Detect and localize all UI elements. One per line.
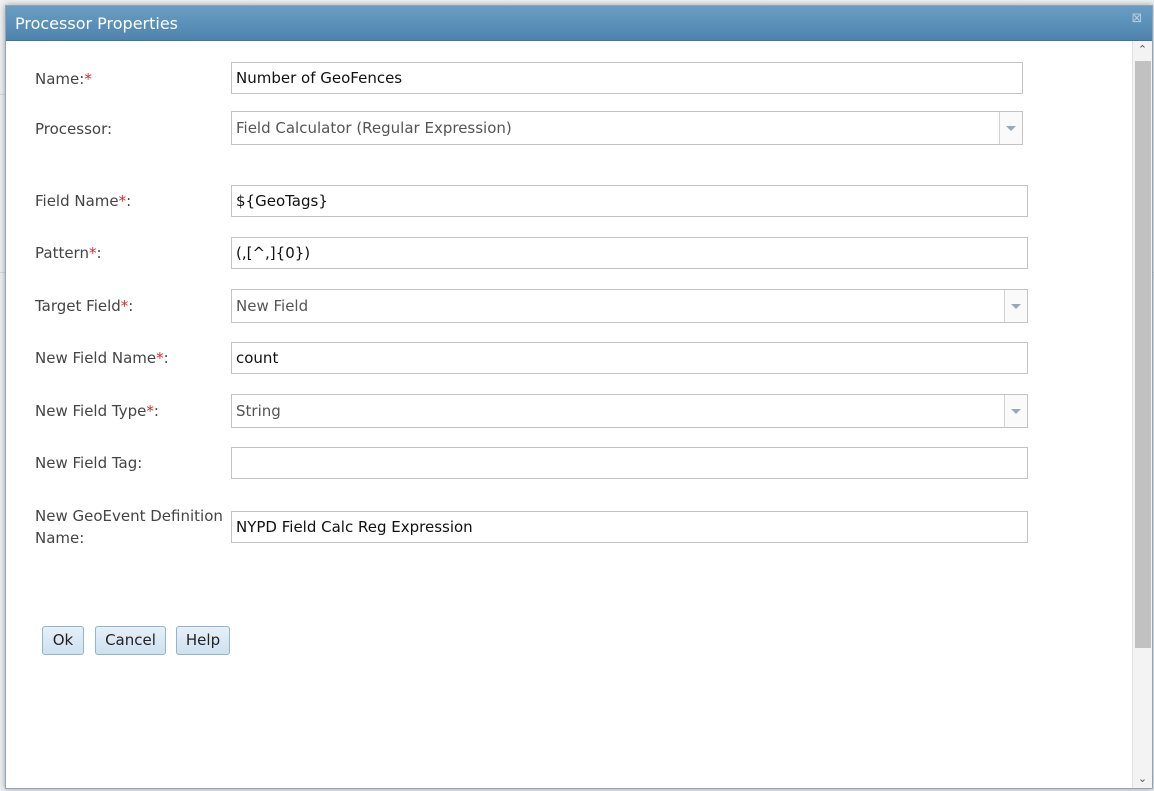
pattern-input[interactable]: (,[^,]{0}) xyxy=(231,237,1028,269)
close-icon[interactable]: ⊠ xyxy=(1130,12,1144,26)
new-field-type-label: New Field Type*: xyxy=(35,402,159,420)
field-name-label: Field Name*: xyxy=(35,192,132,210)
ok-button[interactable]: Ok xyxy=(42,626,84,655)
chevron-down-icon[interactable] xyxy=(1004,290,1027,322)
dialog-title: Processor Properties xyxy=(15,14,179,33)
chevron-down-icon[interactable] xyxy=(1004,395,1027,427)
target-field-label: Target Field*: xyxy=(35,297,134,315)
field-name-input[interactable]: ${GeoTags} xyxy=(231,185,1028,217)
scroll-down-icon[interactable]: ⌄ xyxy=(1133,770,1152,788)
pattern-label: Pattern*: xyxy=(35,244,102,262)
cancel-button[interactable]: Cancel xyxy=(95,626,166,655)
processor-select-value: Field Calculator (Regular Expression) xyxy=(236,119,512,137)
dialog-titlebar: Processor Properties ⊠ xyxy=(6,6,1152,41)
chevron-down-icon[interactable] xyxy=(999,112,1022,144)
processor-select[interactable]: Field Calculator (Regular Expression) xyxy=(231,111,1023,145)
help-button[interactable]: Help xyxy=(176,626,230,655)
new-field-tag-label: New Field Tag: xyxy=(35,454,143,472)
new-field-tag-input[interactable] xyxy=(231,447,1028,479)
target-field-select-value: New Field xyxy=(236,297,309,315)
new-field-type-select[interactable]: String xyxy=(231,394,1028,428)
geoevent-definition-name-input[interactable]: NYPD Field Calc Reg Expression xyxy=(231,511,1028,543)
processor-label: Processor: xyxy=(35,120,113,138)
name-input[interactable]: Number of GeoFences xyxy=(231,62,1023,94)
new-field-name-input[interactable]: count xyxy=(231,342,1028,374)
processor-properties-dialog: Processor Properties ⊠ Name:* Number of … xyxy=(5,5,1153,789)
vertical-scrollbar[interactable]: ⌃ ⌄ xyxy=(1132,41,1152,788)
new-field-type-select-value: String xyxy=(236,402,281,420)
target-field-select[interactable]: New Field xyxy=(231,289,1028,323)
geoevent-definition-name-label: New GeoEvent Definition Name: xyxy=(35,507,223,547)
scroll-up-icon[interactable]: ⌃ xyxy=(1133,41,1152,59)
name-label: Name:* xyxy=(35,70,92,88)
scrollbar-thumb[interactable] xyxy=(1135,61,1151,648)
new-field-name-label: New Field Name*: xyxy=(35,349,169,367)
